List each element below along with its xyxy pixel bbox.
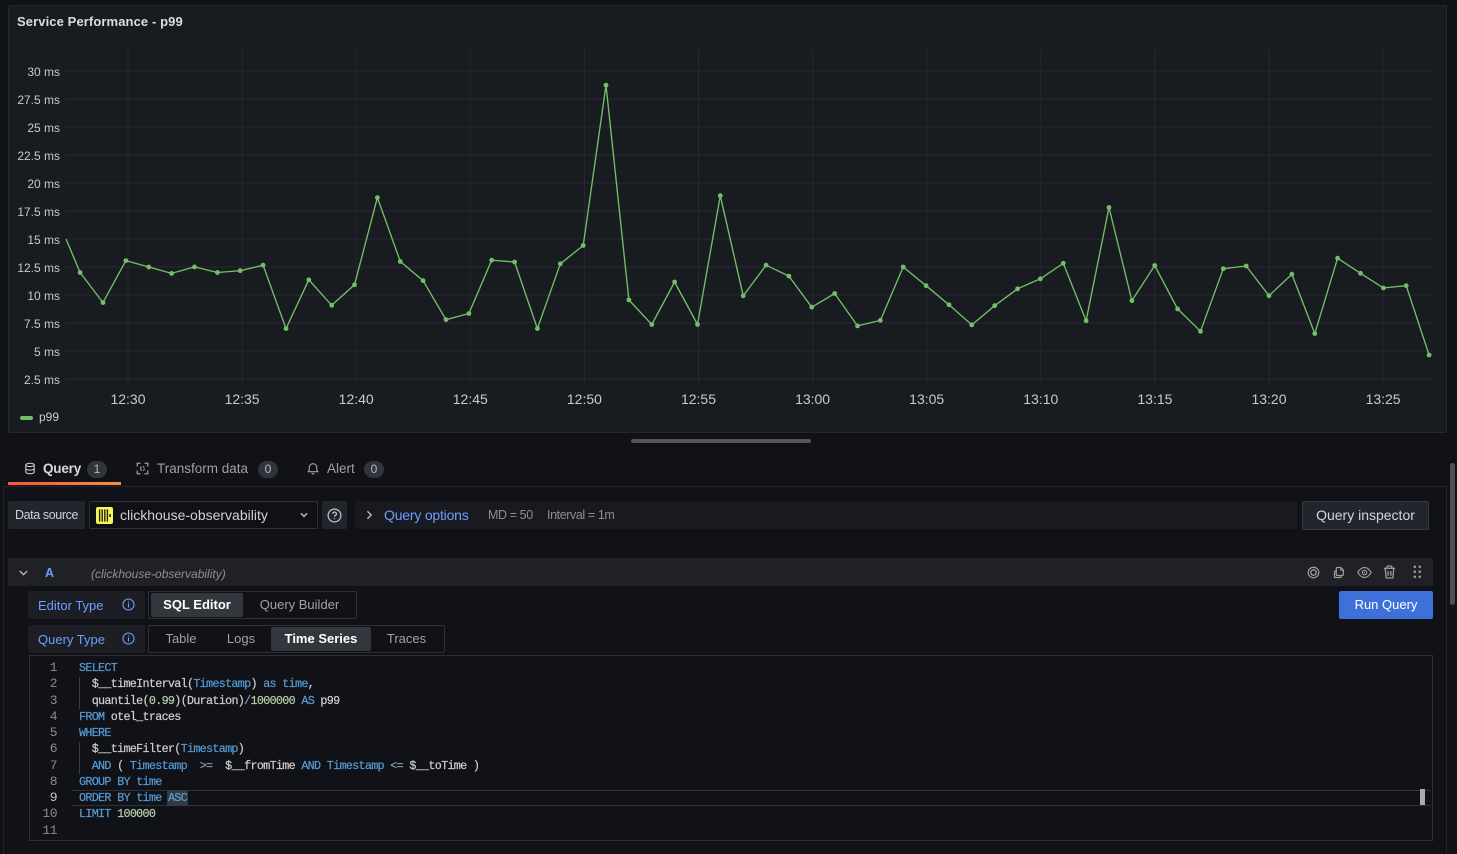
svg-text:12:50: 12:50 bbox=[567, 391, 602, 407]
svg-text:12:40: 12:40 bbox=[339, 391, 374, 407]
svg-text:5 ms: 5 ms bbox=[34, 345, 60, 359]
svg-text:12:35: 12:35 bbox=[225, 391, 260, 407]
svg-text:13:10: 13:10 bbox=[1023, 391, 1058, 407]
svg-text:13:05: 13:05 bbox=[909, 391, 944, 407]
svg-text:12:55: 12:55 bbox=[681, 391, 716, 407]
svg-text:12.5 ms: 12.5 ms bbox=[17, 261, 60, 275]
svg-text:22.5 ms: 22.5 ms bbox=[17, 149, 60, 163]
svg-text:13:00: 13:00 bbox=[795, 391, 830, 407]
svg-text:12:30: 12:30 bbox=[110, 391, 145, 407]
svg-text:27.5 ms: 27.5 ms bbox=[17, 93, 60, 107]
svg-text:7.5 ms: 7.5 ms bbox=[24, 317, 60, 331]
svg-text:17.5 ms: 17.5 ms bbox=[17, 205, 60, 219]
svg-text:10 ms: 10 ms bbox=[27, 289, 60, 303]
svg-text:30 ms: 30 ms bbox=[27, 65, 60, 79]
svg-text:12:45: 12:45 bbox=[453, 391, 488, 407]
svg-text:13:20: 13:20 bbox=[1251, 391, 1286, 407]
svg-text:25 ms: 25 ms bbox=[27, 121, 60, 135]
svg-text:2.5 ms: 2.5 ms bbox=[24, 373, 60, 387]
svg-text:13:15: 13:15 bbox=[1137, 391, 1172, 407]
svg-text:15 ms: 15 ms bbox=[27, 233, 60, 247]
svg-text:20 ms: 20 ms bbox=[27, 177, 60, 191]
svg-text:13:25: 13:25 bbox=[1366, 391, 1401, 407]
